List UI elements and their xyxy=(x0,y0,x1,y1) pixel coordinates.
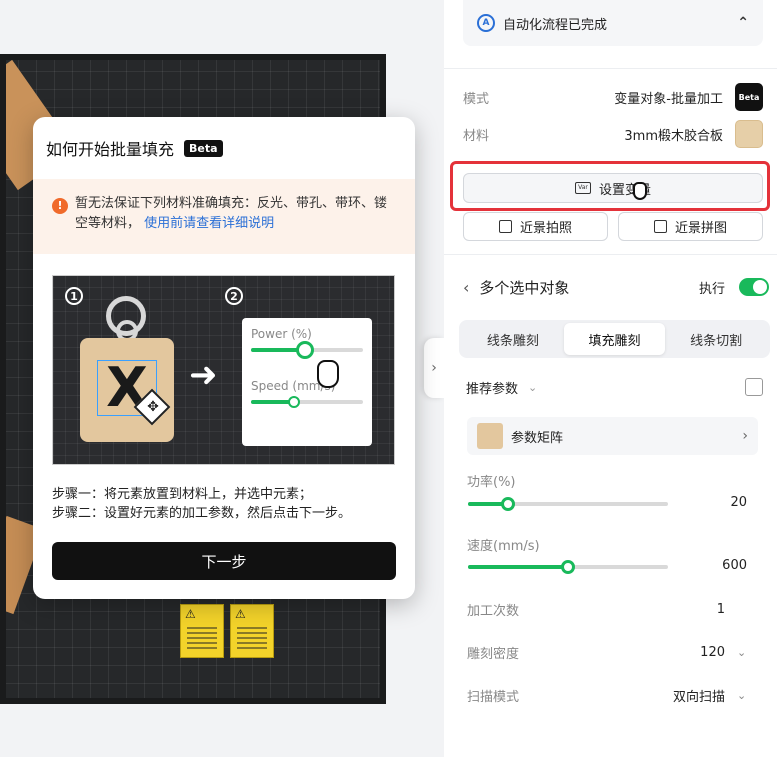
mode-row: 模式 变量对象-批量加工 Beta xyxy=(463,83,763,111)
automation-icon: A xyxy=(477,14,495,32)
recommended-params-row: 推荐参数 ⌄ xyxy=(466,374,763,400)
chevron-up-icon[interactable]: ⌃ xyxy=(737,15,749,31)
hand-cursor-icon xyxy=(633,182,647,200)
batch-fill-guide-popup: 如何开始批量填充 Beta ! 暂无法保证下列材料准确填充：反光、带孔、带环、镂… xyxy=(33,117,415,599)
process-tabs: 线条雕刻 填充雕刻 线条切割 xyxy=(459,320,770,358)
automation-status-text: 自动化流程已完成 xyxy=(503,17,608,33)
step-2-text: 步骤二：设置好元素的加工参数，然后点击下一步。 xyxy=(52,506,352,521)
chevron-down-icon[interactable]: ⌄ xyxy=(528,381,537,394)
steps-text: 步骤一：将元素放置到材料上，并选中元素； 步骤二：设置好元素的加工参数，然后点击… xyxy=(52,485,351,523)
hand-cursor-icon xyxy=(317,360,339,388)
move-arrows-icon: ✥ xyxy=(147,399,159,415)
toggle-knob xyxy=(753,280,767,294)
divider xyxy=(444,254,777,255)
tab-line-cut[interactable]: 线条切割 xyxy=(665,323,767,355)
speed-slider[interactable] xyxy=(468,560,668,574)
tab-line-engrave[interactable]: 线条雕刻 xyxy=(462,323,564,355)
power-label: 功率(%) xyxy=(467,475,516,490)
speed-label: 速度(mm/s) xyxy=(467,539,540,554)
beta-badge: Beta xyxy=(184,139,223,157)
param-matrix-button[interactable]: 参数矩阵 › xyxy=(467,417,758,455)
chevron-down-icon[interactable]: ⌄ xyxy=(737,689,747,702)
chevron-right-icon: › xyxy=(431,360,437,376)
step-2-marker: 2 xyxy=(225,287,243,305)
selection-title: 多个选中对象 xyxy=(479,278,570,297)
passes-row: 加工次数 1 xyxy=(467,598,747,620)
guide-illustration: 1 2 X ✥ ➜ Power (%) Speed (mm/s) xyxy=(52,275,395,465)
param-matrix-label: 参数矩阵 xyxy=(511,430,564,446)
chevron-left-icon[interactable]: ‹ xyxy=(463,278,469,297)
density-value[interactable]: 120 xyxy=(700,645,725,660)
warning-label xyxy=(180,604,224,658)
execute-label: 执行 xyxy=(698,281,725,297)
closeup-photo-button[interactable]: 近景拍照 xyxy=(463,212,608,241)
arrow-right-icon: ➜ xyxy=(189,355,218,395)
stitch-icon xyxy=(653,220,667,233)
selection-header: ‹ 多个选中对象 执行 xyxy=(463,272,769,302)
material-thumbnail[interactable] xyxy=(735,120,763,148)
scan-mode-row[interactable]: 扫描模式 双向扫描 ⌄ xyxy=(467,684,747,706)
automation-status-bar[interactable]: A 自动化流程已完成 ⌃ xyxy=(463,0,763,46)
closeup-photo-label: 近景拍照 xyxy=(519,221,572,236)
material-label: 材料 xyxy=(463,128,490,144)
details-link[interactable]: 使用前请查看详细说明 xyxy=(144,216,274,231)
popup-title: 如何开始批量填充 xyxy=(46,140,175,159)
execute-toggle[interactable] xyxy=(739,278,769,296)
power-label: Power (%) xyxy=(251,327,312,341)
machine-warning-labels xyxy=(180,604,274,658)
closeup-stitch-label: 近景拼图 xyxy=(674,221,727,236)
tab-fill-engrave[interactable]: 填充雕刻 xyxy=(563,323,666,355)
mode-beta-icon[interactable]: Beta xyxy=(735,83,763,111)
material-value: 3mm椴木胶合板 xyxy=(624,128,723,144)
power-value[interactable]: 20 xyxy=(730,495,747,510)
density-row[interactable]: 雕刻密度 120 ⌄ xyxy=(467,641,747,663)
mode-label: 模式 xyxy=(463,91,490,107)
mode-value: 变量对象-批量加工 xyxy=(614,91,723,107)
recommended-label[interactable]: 推荐参数 xyxy=(466,378,518,397)
chevron-down-icon[interactable]: ⌄ xyxy=(737,646,747,659)
warning-label xyxy=(230,604,274,658)
power-slider-illus xyxy=(251,341,363,359)
speed-value[interactable]: 600 xyxy=(722,558,747,573)
speed-slider-fill xyxy=(468,565,568,569)
param-card: Power (%) Speed (mm/s) xyxy=(242,318,372,446)
speed-slider-illus xyxy=(251,396,363,408)
speed-slider-thumb[interactable] xyxy=(561,560,575,574)
power-thumb xyxy=(295,341,314,359)
speed-label: Speed (mm/s) xyxy=(251,379,336,393)
info-exclamation-icon: ! xyxy=(52,198,68,214)
panel-collapse-handle[interactable]: › xyxy=(424,338,444,398)
closeup-stitch-button[interactable]: 近景拼图 xyxy=(618,212,763,241)
next-step-button[interactable]: 下一步 xyxy=(52,542,396,580)
passes-value[interactable]: 1 xyxy=(717,602,725,617)
passes-label: 加工次数 xyxy=(467,603,520,619)
scan-mode-value[interactable]: 双向扫描 xyxy=(673,686,725,705)
save-icon[interactable] xyxy=(745,378,763,396)
highlight-box xyxy=(450,161,770,211)
camera-focus-icon xyxy=(498,220,512,233)
scan-mode-label: 扫描模式 xyxy=(467,689,520,705)
warning-box: ! 暂无法保证下列材料准确填充：反光、带孔、带环、镂空等材料， 使用前请查看详细… xyxy=(33,179,415,254)
matrix-thumbnail xyxy=(477,423,503,449)
power-slider-thumb[interactable] xyxy=(501,497,515,511)
step-1-text: 步骤一：将元素放置到材料上，并选中元素； xyxy=(52,487,313,502)
material-row: 材料 3mm椴木胶合板 xyxy=(463,120,763,148)
step-1-marker: 1 xyxy=(65,287,83,305)
divider xyxy=(444,68,777,69)
popup-header: 如何开始批量填充 Beta xyxy=(33,117,415,179)
speed-thumb xyxy=(287,396,300,408)
power-slider[interactable] xyxy=(468,497,668,511)
chevron-right-icon: › xyxy=(742,428,748,444)
density-label: 雕刻密度 xyxy=(467,646,520,662)
right-panel: A 自动化流程已完成 ⌃ 模式 变量对象-批量加工 Beta 材料 3mm椴木胶… xyxy=(444,0,777,757)
